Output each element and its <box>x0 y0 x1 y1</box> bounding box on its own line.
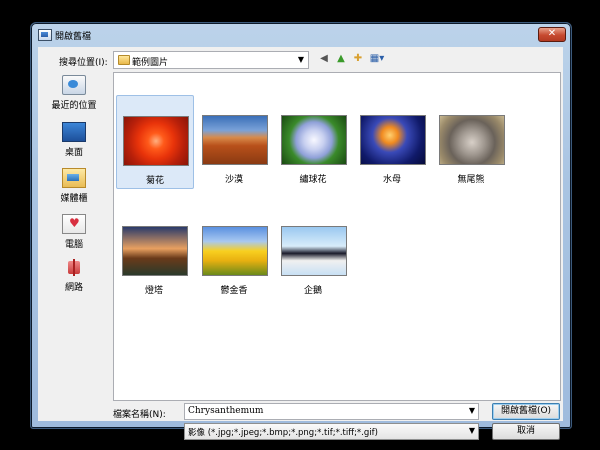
lookin-value: 範例圖片 <box>132 58 169 68</box>
desktop-icon <box>62 122 86 142</box>
image-thumbnail <box>202 115 268 165</box>
image-thumbnail <box>123 116 189 166</box>
chevron-down-icon[interactable]: ▼ <box>469 406 475 415</box>
place-label: 最近的位置 <box>51 101 97 111</box>
file-item-jellyfish[interactable]: 水母 <box>354 95 430 187</box>
new-folder-icon[interactable]: ✚ <box>352 52 364 66</box>
cancel-button[interactable]: 取消 <box>492 423 560 440</box>
window-title: 開啟舊檔 <box>55 32 92 42</box>
place-libraries[interactable]: 媒體櫃 <box>42 168 106 204</box>
chevron-down-icon[interactable]: ▼ <box>469 426 475 435</box>
close-button[interactable]: ✕ <box>538 27 566 42</box>
place-label: 電腦 <box>64 240 83 250</box>
chevron-down-icon[interactable]: ▼ <box>298 55 304 64</box>
lookin-dropdown[interactable]: 範例圖片 ▼ <box>113 51 309 69</box>
view-menu-icon[interactable]: ▦▾ <box>368 52 386 66</box>
file-label: 燈塔 <box>144 286 163 296</box>
image-thumbnail <box>122 226 188 276</box>
image-thumbnail <box>360 115 426 165</box>
place-label: 桌面 <box>64 148 83 158</box>
computer-icon <box>62 214 86 234</box>
image-thumbnail <box>439 115 505 165</box>
file-item-hydrangeas[interactable]: 繡球花 <box>275 95 351 187</box>
place-network[interactable]: 網路 <box>42 259 106 293</box>
places-bar: 最近的位置 桌面 媒體櫃 電腦 網路 <box>42 75 106 395</box>
dialog-icon <box>38 29 52 41</box>
file-item-tulips[interactable]: 鬱金香 <box>196 206 272 298</box>
file-list[interactable]: 菊花 沙漠 繡球花 水母 無尾熊 燈塔 鬱金香 企鵝 <box>113 72 561 401</box>
file-label: 水母 <box>382 175 401 185</box>
file-item-desert[interactable]: 沙漠 <box>196 95 272 187</box>
place-label: 媒體櫃 <box>60 194 88 204</box>
file-label: 無尾熊 <box>457 175 485 185</box>
folder-icon <box>118 55 130 65</box>
image-thumbnail <box>202 226 268 276</box>
file-label: 沙漠 <box>224 175 243 185</box>
filetype-select[interactable]: 影像 (*.jpg;*.jpeg;*.bmp;*.png;*.tif;*.tif… <box>184 423 479 440</box>
place-recent[interactable]: 最近的位置 <box>42 75 106 111</box>
file-item-penguins[interactable]: 企鵝 <box>275 206 351 298</box>
network-icon <box>63 259 85 277</box>
file-item-lighthouse[interactable]: 燈塔 <box>116 206 192 298</box>
file-item-koala[interactable]: 無尾熊 <box>433 95 509 187</box>
image-thumbnail <box>281 115 347 165</box>
file-label: 企鵝 <box>303 286 322 296</box>
place-computer[interactable]: 電腦 <box>42 214 106 250</box>
file-label: 繡球花 <box>299 175 327 185</box>
image-thumbnail <box>281 226 347 276</box>
filename-label: 檔案名稱(N): <box>113 410 166 420</box>
filetype-value: 影像 (*.jpg;*.jpeg;*.bmp;*.png;*.tif;*.tif… <box>188 428 378 438</box>
libraries-icon <box>62 168 86 188</box>
filename-value[interactable]: Chrysanthemum <box>188 406 263 416</box>
back-icon[interactable]: ◀ <box>318 52 330 66</box>
up-folder-icon[interactable]: ▲ <box>335 52 347 66</box>
file-item-chrysanthemum[interactable]: 菊花 <box>116 95 194 189</box>
filename-input[interactable]: Chrysanthemum ▼ <box>184 403 479 420</box>
title-bar[interactable]: 開啟舊檔 ✕ <box>31 23 571 47</box>
open-button[interactable]: 開啟舊檔(O) <box>492 403 560 420</box>
filetype-label: 檔案類型(T): <box>113 430 165 440</box>
recent-places-icon <box>62 75 86 95</box>
place-label: 網路 <box>64 283 83 293</box>
file-label: 鬱金香 <box>220 286 248 296</box>
open-file-dialog: 開啟舊檔 ✕ 搜尋位置(I): 範例圖片 ▼ ◀ ▲ ✚ ▦▾ 最近的位置 桌面… <box>30 22 572 440</box>
dialog-body: 搜尋位置(I): 範例圖片 ▼ ◀ ▲ ✚ ▦▾ 最近的位置 桌面 媒體櫃 ♥ … <box>38 47 563 440</box>
lookin-label: 搜尋位置(I): <box>59 58 108 68</box>
place-desktop[interactable]: 桌面 <box>42 122 106 158</box>
file-label: 菊花 <box>145 176 164 186</box>
